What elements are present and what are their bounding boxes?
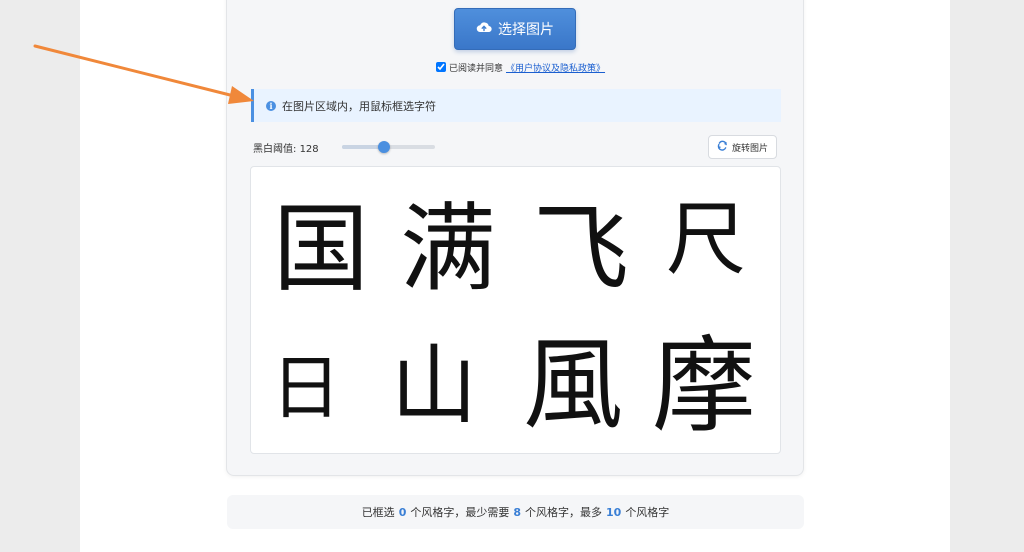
max-count: 10 [606, 505, 622, 519]
select-image-button[interactable]: 选择图片 [454, 8, 576, 50]
calligraphy-char: 飞 [533, 193, 629, 305]
agree-text: 已阅读并同意 [449, 63, 504, 74]
status-prefix: 已框选 [361, 506, 395, 519]
calligraphy-char: 国 [273, 193, 369, 305]
select-image-label: 选择图片 [498, 22, 554, 38]
status-part3: 个风格字 [625, 506, 670, 519]
min-count: 8 [513, 505, 521, 519]
info-banner: i 在图片区域内，用鼠标框选字符 [251, 89, 781, 122]
threshold-value: 128 [299, 144, 319, 155]
image-selection-canvas[interactable]: 国 满 飞 尺 日 山 風 摩 [250, 166, 781, 454]
selection-status: 已框选 0 个风格字，最少需要 8 个风格字，最多 10 个风格字 [227, 495, 804, 529]
slider-thumb[interactable] [377, 141, 390, 153]
threshold-label-text: 黑白阈值: [253, 144, 297, 155]
info-text: 在图片区域内，用鼠标框选字符 [282, 99, 436, 113]
status-part1: 个风格字，最少需要 [410, 506, 510, 519]
agreement-row: 已阅读并同意 《用户协议及隐私政策》 [436, 60, 605, 74]
cloud-upload-icon [476, 21, 492, 37]
refresh-icon [717, 140, 728, 154]
calligraphy-char: 風 [523, 326, 623, 443]
info-circle-icon: i [266, 100, 276, 111]
agreement-link[interactable]: 《用户协议及隐私政策》 [506, 61, 605, 74]
rotate-label: 旋转图片 [731, 143, 768, 154]
calligraphy-char: 尺 [666, 193, 746, 286]
status-part2: 个风格字，最多 [525, 506, 602, 519]
threshold-label: 黑白阈值: 128 [253, 140, 319, 155]
calligraphy-char: 日 [271, 347, 341, 429]
rotate-image-button[interactable]: 旋转图片 [708, 135, 777, 159]
calligraphy-char: 山 [391, 336, 477, 436]
selected-count: 0 [398, 505, 407, 519]
threshold-slider[interactable] [342, 141, 435, 153]
agree-checkbox[interactable] [436, 62, 446, 72]
calligraphy-char: 满 [400, 193, 496, 305]
calligraphy-char: 摩 [652, 325, 756, 447]
